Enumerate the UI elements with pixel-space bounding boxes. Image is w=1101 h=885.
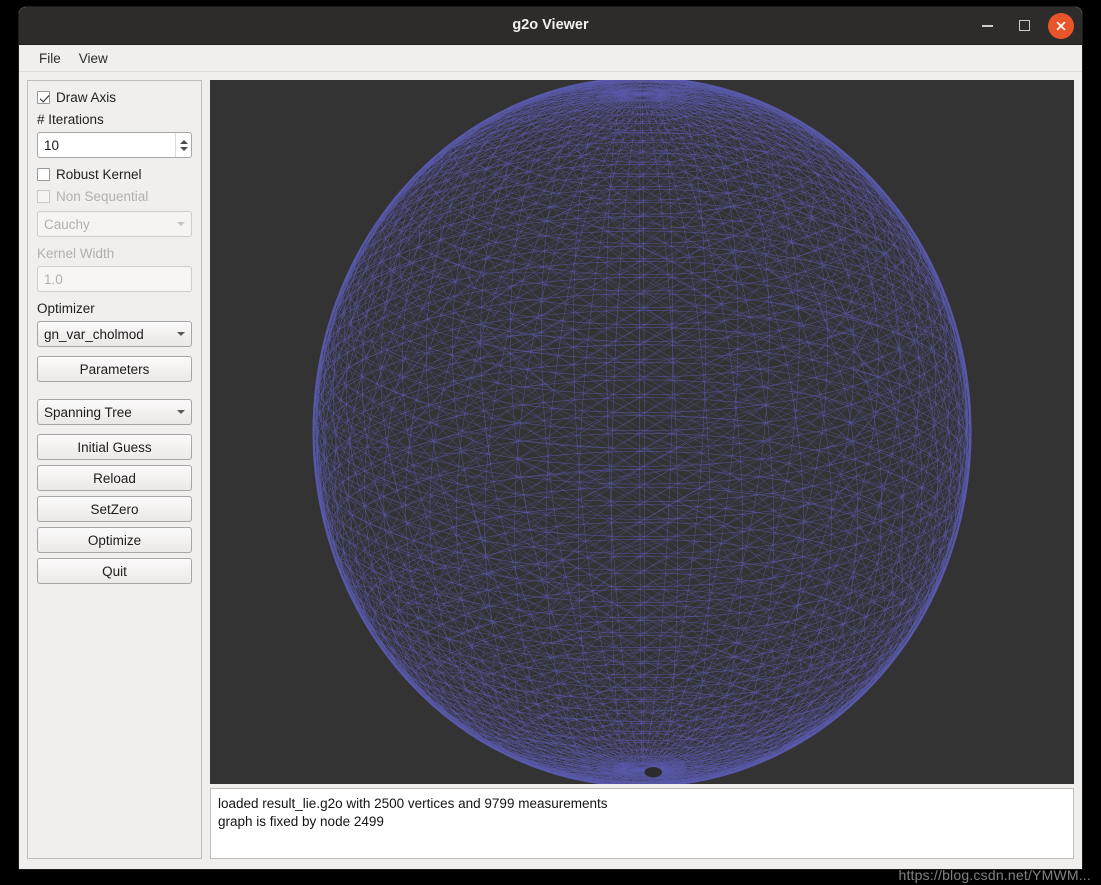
status-line-1: loaded result_lie.g2o with 2500 vertices… — [218, 796, 608, 811]
optimize-button[interactable]: Optimize — [37, 527, 192, 553]
maximize-icon — [1018, 20, 1030, 31]
chevron-down-icon — [177, 332, 185, 336]
minimize-button[interactable] — [974, 13, 1000, 39]
iterations-spinner[interactable]: 10 — [37, 132, 192, 158]
menu-item-file[interactable]: File — [30, 49, 70, 68]
status-line-2: graph is fixed by node 2499 — [218, 814, 384, 829]
panel-spacer — [37, 387, 192, 399]
chevron-down-icon[interactable] — [179, 146, 188, 151]
non-sequential-label: Non Sequential — [56, 189, 149, 204]
main-content: Draw Axis # Iterations 10 Robust Kernel — [19, 72, 1082, 869]
quit-button[interactable]: Quit — [37, 558, 192, 584]
menu-item-view[interactable]: View — [70, 49, 117, 68]
kernel-type-value: Cauchy — [44, 216, 90, 232]
control-panel: Draw Axis # Iterations 10 Robust Kernel — [27, 80, 202, 859]
minimize-icon — [981, 24, 993, 27]
desktop-background: g2o Viewer File View Draw Axis # Iterati… — [0, 0, 1101, 885]
menu-bar: File View — [19, 45, 1082, 72]
window-title: g2o Viewer — [512, 17, 589, 33]
watermark-text: https://blog.csdn.net/YMWM... — [898, 867, 1091, 883]
robust-kernel-checkbox[interactable] — [37, 168, 50, 181]
application-window: g2o Viewer File View Draw Axis # Iterati… — [19, 7, 1082, 869]
iterations-label: # Iterations — [37, 112, 104, 127]
window-controls — [974, 7, 1074, 44]
init-method-dropdown[interactable]: Spanning Tree — [37, 399, 192, 425]
chevron-down-icon — [177, 410, 185, 414]
viewer-column: loaded result_lie.g2o with 2500 vertices… — [210, 80, 1074, 859]
robust-kernel-row[interactable]: Robust Kernel — [37, 167, 192, 182]
setzero-button[interactable]: SetZero — [37, 496, 192, 522]
initial-guess-button[interactable]: Initial Guess — [37, 434, 192, 460]
maximize-button[interactable] — [1011, 13, 1037, 39]
non-sequential-checkbox — [37, 190, 50, 203]
parameters-button[interactable]: Parameters — [37, 356, 192, 382]
reload-button[interactable]: Reload — [37, 465, 192, 491]
status-log[interactable]: loaded result_lie.g2o with 2500 vertices… — [210, 788, 1074, 859]
draw-axis-label: Draw Axis — [56, 90, 117, 105]
optimizer-dropdown[interactable]: gn_var_cholmod — [37, 321, 192, 347]
robust-kernel-label: Robust Kernel — [56, 167, 142, 182]
kernel-width-label: Kernel Width — [37, 246, 115, 261]
draw-axis-row[interactable]: Draw Axis — [37, 90, 192, 105]
chevron-down-icon — [177, 222, 185, 226]
close-icon — [1056, 21, 1066, 30]
gl-viewport[interactable] — [210, 80, 1074, 784]
draw-axis-checkbox[interactable] — [37, 91, 50, 104]
title-bar[interactable]: g2o Viewer — [19, 7, 1082, 45]
kernel-width-input: 1.0 — [37, 266, 192, 292]
iterations-value[interactable]: 10 — [38, 133, 175, 157]
non-sequential-row: Non Sequential — [37, 189, 192, 204]
optimizer-value: gn_var_cholmod — [44, 326, 144, 342]
kernel-type-dropdown: Cauchy — [37, 211, 192, 237]
iterations-spin-arrows[interactable] — [175, 133, 191, 157]
init-method-value: Spanning Tree — [44, 404, 132, 420]
close-button[interactable] — [1048, 12, 1074, 39]
sphere-wireframe — [312, 80, 972, 784]
optimizer-label: Optimizer — [37, 301, 95, 316]
chevron-up-icon[interactable] — [179, 139, 188, 144]
